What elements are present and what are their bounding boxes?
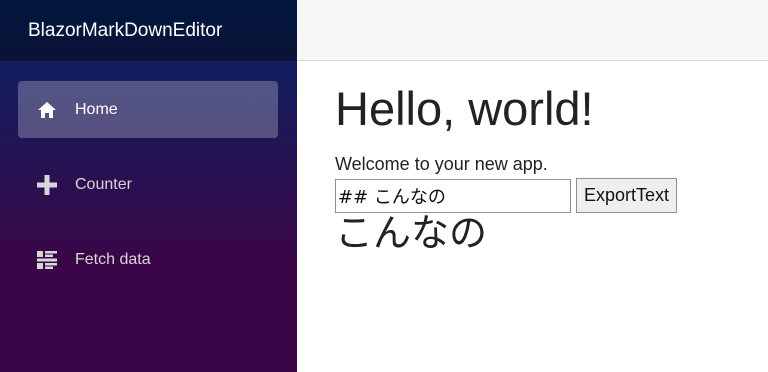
plus-icon: [36, 174, 58, 196]
list-rich-icon: [36, 249, 58, 271]
welcome-text: Welcome to your new app.: [335, 154, 548, 174]
editor-row: ExportText: [335, 178, 678, 213]
page-title: Hello, world!: [335, 82, 594, 135]
markdown-preview-heading: こんなの: [335, 211, 488, 255]
main-content: Hello, world! Welcome to your new app. E…: [335, 80, 678, 255]
markdown-input[interactable]: [335, 178, 571, 213]
top-row: [297, 0, 768, 61]
sidebar-item-label: Home: [75, 100, 118, 118]
brand-bar: BlazorMarkDownEditor: [0, 0, 297, 61]
sidebar-item-counter[interactable]: Counter: [18, 156, 278, 213]
sidebar-item-label: Fetch data: [75, 250, 151, 268]
brand-link[interactable]: BlazorMarkDownEditor: [28, 20, 222, 42]
nav-menu: Home Counter Fetch data: [0, 61, 297, 288]
sidebar-item-home[interactable]: Home: [18, 81, 278, 138]
sidebar-item-label: Counter: [75, 175, 132, 193]
sidebar: BlazorMarkDownEditor Home Counter Fetch: [0, 0, 297, 372]
export-text-button[interactable]: ExportText: [576, 178, 678, 213]
home-icon: [36, 99, 58, 121]
sidebar-item-fetch-data[interactable]: Fetch data: [18, 231, 278, 288]
